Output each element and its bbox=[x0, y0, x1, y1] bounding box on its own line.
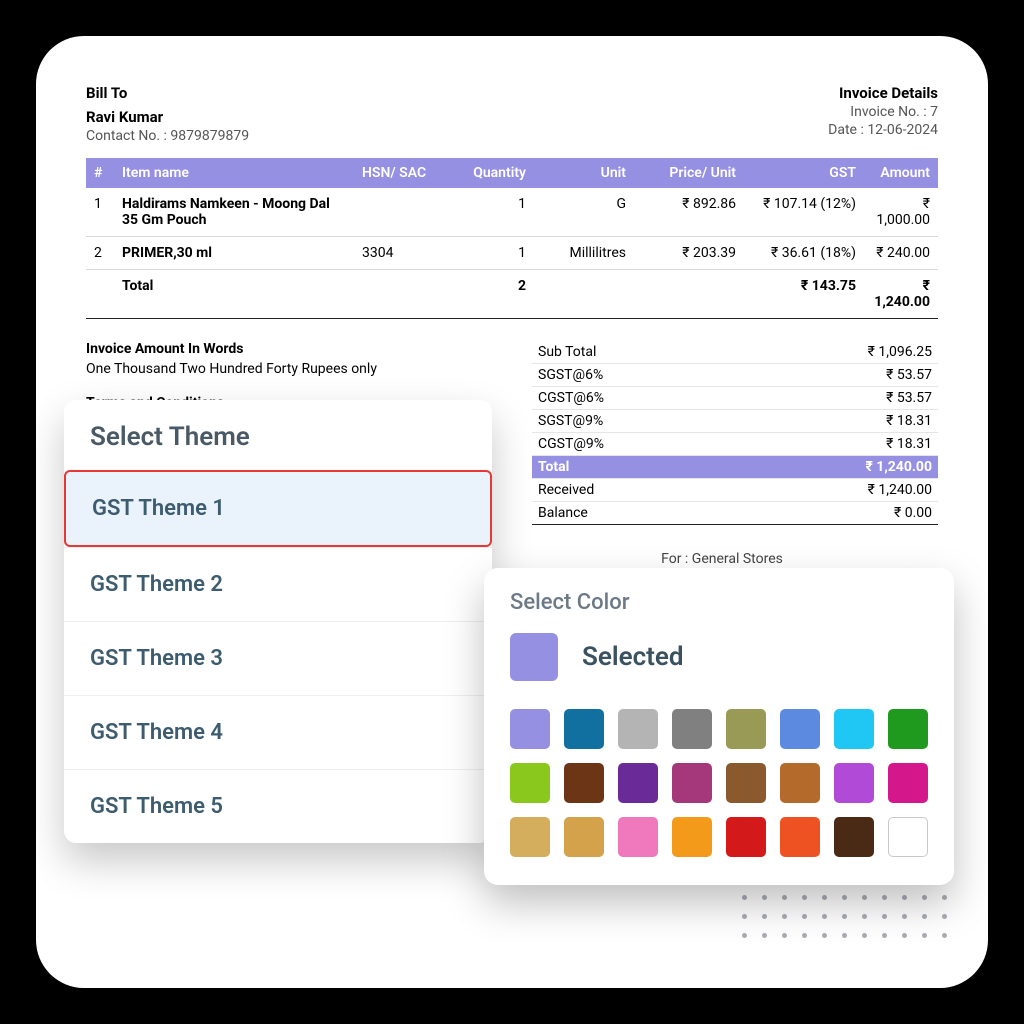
select-theme-panel: Select Theme GST Theme 1GST Theme 2GST T… bbox=[64, 400, 492, 843]
selected-color-label: Selected bbox=[582, 642, 684, 672]
summary-row: Received₹ 1,240.00 bbox=[532, 479, 938, 502]
summary-box: Sub Total₹ 1,096.25SGST@6%₹ 53.57CGST@6%… bbox=[532, 341, 938, 525]
color-swatch[interactable] bbox=[618, 763, 658, 803]
col-unit: Unit bbox=[534, 158, 634, 188]
invoice-date: Date : 12-06-2024 bbox=[828, 122, 938, 138]
theme-option[interactable]: GST Theme 3 bbox=[64, 621, 492, 695]
col-qty: Quantity bbox=[444, 158, 534, 188]
selected-color-swatch bbox=[510, 633, 558, 681]
amount-in-words-label: Invoice Amount In Words bbox=[86, 341, 492, 357]
dot-pattern bbox=[742, 876, 948, 938]
color-grid bbox=[510, 709, 928, 857]
color-swatch[interactable] bbox=[888, 817, 928, 857]
color-swatch[interactable] bbox=[888, 763, 928, 803]
summary-row: SGST@9%₹ 18.31 bbox=[532, 410, 938, 433]
amount-in-words-text: One Thousand Two Hundred Forty Rupees on… bbox=[86, 361, 492, 377]
for-line: For : General Stores bbox=[506, 551, 938, 567]
col-gst: GST bbox=[744, 158, 864, 188]
summary-row: Sub Total₹ 1,096.25 bbox=[532, 341, 938, 364]
color-swatch[interactable] bbox=[510, 763, 550, 803]
bill-to-label: Bill To bbox=[86, 84, 249, 102]
color-swatch[interactable] bbox=[510, 817, 550, 857]
summary-row: Balance₹ 0.00 bbox=[532, 502, 938, 525]
select-color-title: Select Color bbox=[510, 590, 928, 615]
summary-row: Total₹ 1,240.00 bbox=[532, 456, 938, 479]
invoice-header: Bill To Ravi Kumar Contact No. : 9879879… bbox=[86, 84, 938, 144]
select-theme-title: Select Theme bbox=[64, 412, 492, 470]
col-item: Item name bbox=[114, 158, 354, 188]
color-swatch[interactable] bbox=[726, 709, 766, 749]
summary-row: SGST@6%₹ 53.57 bbox=[532, 364, 938, 387]
color-swatch[interactable] bbox=[834, 709, 874, 749]
bill-to-contact: Contact No. : 9879879879 bbox=[86, 128, 249, 144]
items-table: # Item name HSN/ SAC Quantity Unit Price… bbox=[86, 158, 938, 319]
color-swatch[interactable] bbox=[672, 709, 712, 749]
color-swatch[interactable] bbox=[780, 763, 820, 803]
table-row: 1Haldirams Namkeen - Moong Dal 35 Gm Pou… bbox=[86, 188, 938, 237]
col-hsn: HSN/ SAC bbox=[354, 158, 444, 188]
color-swatch[interactable] bbox=[780, 817, 820, 857]
invoice-number: Invoice No. : 7 bbox=[828, 104, 938, 120]
color-swatch[interactable] bbox=[888, 709, 928, 749]
color-swatch[interactable] bbox=[780, 709, 820, 749]
table-row: 2PRIMER,30 ml33041Millilitres₹ 203.39₹ 3… bbox=[86, 237, 938, 270]
summary-row: CGST@9%₹ 18.31 bbox=[532, 433, 938, 456]
table-total-row: Total2₹ 143.75₹ 1,240.00 bbox=[86, 270, 938, 319]
col-price: Price/ Unit bbox=[634, 158, 744, 188]
theme-option[interactable]: GST Theme 5 bbox=[64, 769, 492, 843]
color-swatch[interactable] bbox=[564, 763, 604, 803]
invoice-details-label: Invoice Details bbox=[828, 84, 938, 102]
color-swatch[interactable] bbox=[834, 817, 874, 857]
col-amount: Amount bbox=[864, 158, 938, 188]
theme-option[interactable]: GST Theme 4 bbox=[64, 695, 492, 769]
color-swatch[interactable] bbox=[672, 817, 712, 857]
color-swatch[interactable] bbox=[564, 709, 604, 749]
color-swatch[interactable] bbox=[834, 763, 874, 803]
color-swatch[interactable] bbox=[672, 763, 712, 803]
color-swatch[interactable] bbox=[726, 763, 766, 803]
color-swatch[interactable] bbox=[618, 817, 658, 857]
color-swatch[interactable] bbox=[564, 817, 604, 857]
bill-to-name: Ravi Kumar bbox=[86, 108, 249, 126]
select-color-panel: Select Color Selected bbox=[484, 568, 954, 885]
col-index: # bbox=[86, 158, 114, 188]
color-swatch[interactable] bbox=[726, 817, 766, 857]
summary-row: CGST@6%₹ 53.57 bbox=[532, 387, 938, 410]
color-swatch[interactable] bbox=[510, 709, 550, 749]
color-swatch[interactable] bbox=[618, 709, 658, 749]
theme-option[interactable]: GST Theme 2 bbox=[64, 547, 492, 621]
theme-option[interactable]: GST Theme 1 bbox=[64, 470, 492, 547]
